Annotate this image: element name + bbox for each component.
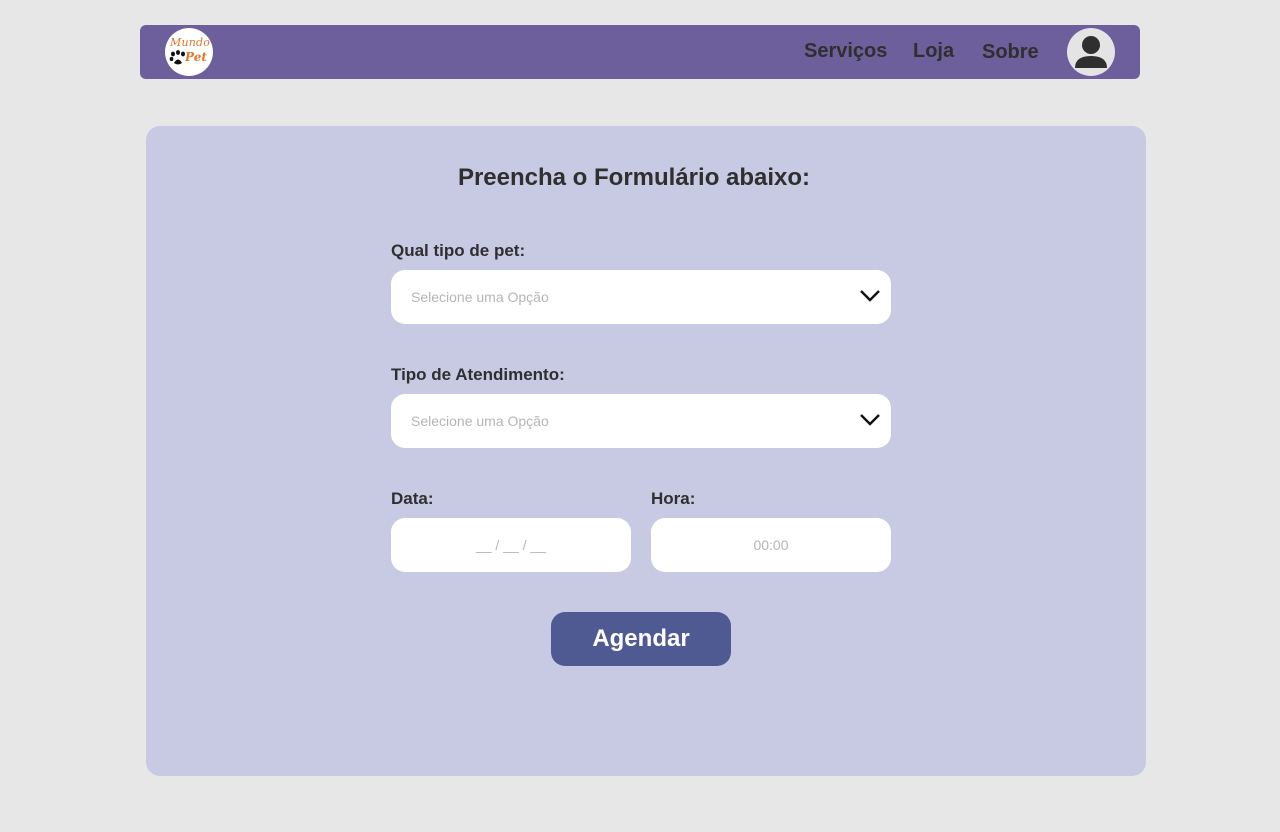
time-label: Hora: xyxy=(651,489,696,508)
time-input-placeholder: 00:00 xyxy=(753,537,789,553)
nav-link-loja[interactable]: Loja xyxy=(913,40,954,63)
chevron-down-icon xyxy=(860,414,880,426)
mundo-pet-logo[interactable]: Mundo Pet xyxy=(165,28,213,76)
service-type-select[interactable]: Selecione uma Opção xyxy=(391,394,891,448)
nav-link-servicos[interactable]: Serviços xyxy=(804,40,887,63)
top-navbar: Mundo Pet Serviços Loja Sobre xyxy=(140,25,1140,79)
user-avatar-button[interactable] xyxy=(1067,28,1115,76)
service-type-select-placeholder: Selecione uma Opção xyxy=(411,413,549,429)
chevron-down-icon xyxy=(860,290,880,302)
date-input[interactable]: __ / __ / __ xyxy=(391,518,631,572)
pet-type-select-placeholder: Selecione uma Opção xyxy=(411,289,549,305)
nav-link-sobre[interactable]: Sobre xyxy=(982,41,1039,64)
service-type-label: Tipo de Atendimento: xyxy=(391,365,565,384)
pet-type-select[interactable]: Selecione uma Opção xyxy=(391,270,891,324)
logo-text-pet: Pet xyxy=(185,50,207,64)
pet-type-label: Qual tipo de pet: xyxy=(391,241,526,260)
time-input[interactable]: 00:00 xyxy=(651,518,891,572)
date-label: Data: xyxy=(391,489,434,508)
agendar-button[interactable]: Agendar xyxy=(551,612,731,666)
appointment-form-card: Preencha o Formulário abaixo: Qual tipo … xyxy=(146,126,1146,776)
form-title: Preencha o Formulário abaixo: xyxy=(457,164,811,191)
date-input-placeholder: __ / __ / __ xyxy=(475,537,547,553)
user-icon xyxy=(1075,36,1107,68)
logo-text-mundo: Mundo xyxy=(170,36,211,49)
